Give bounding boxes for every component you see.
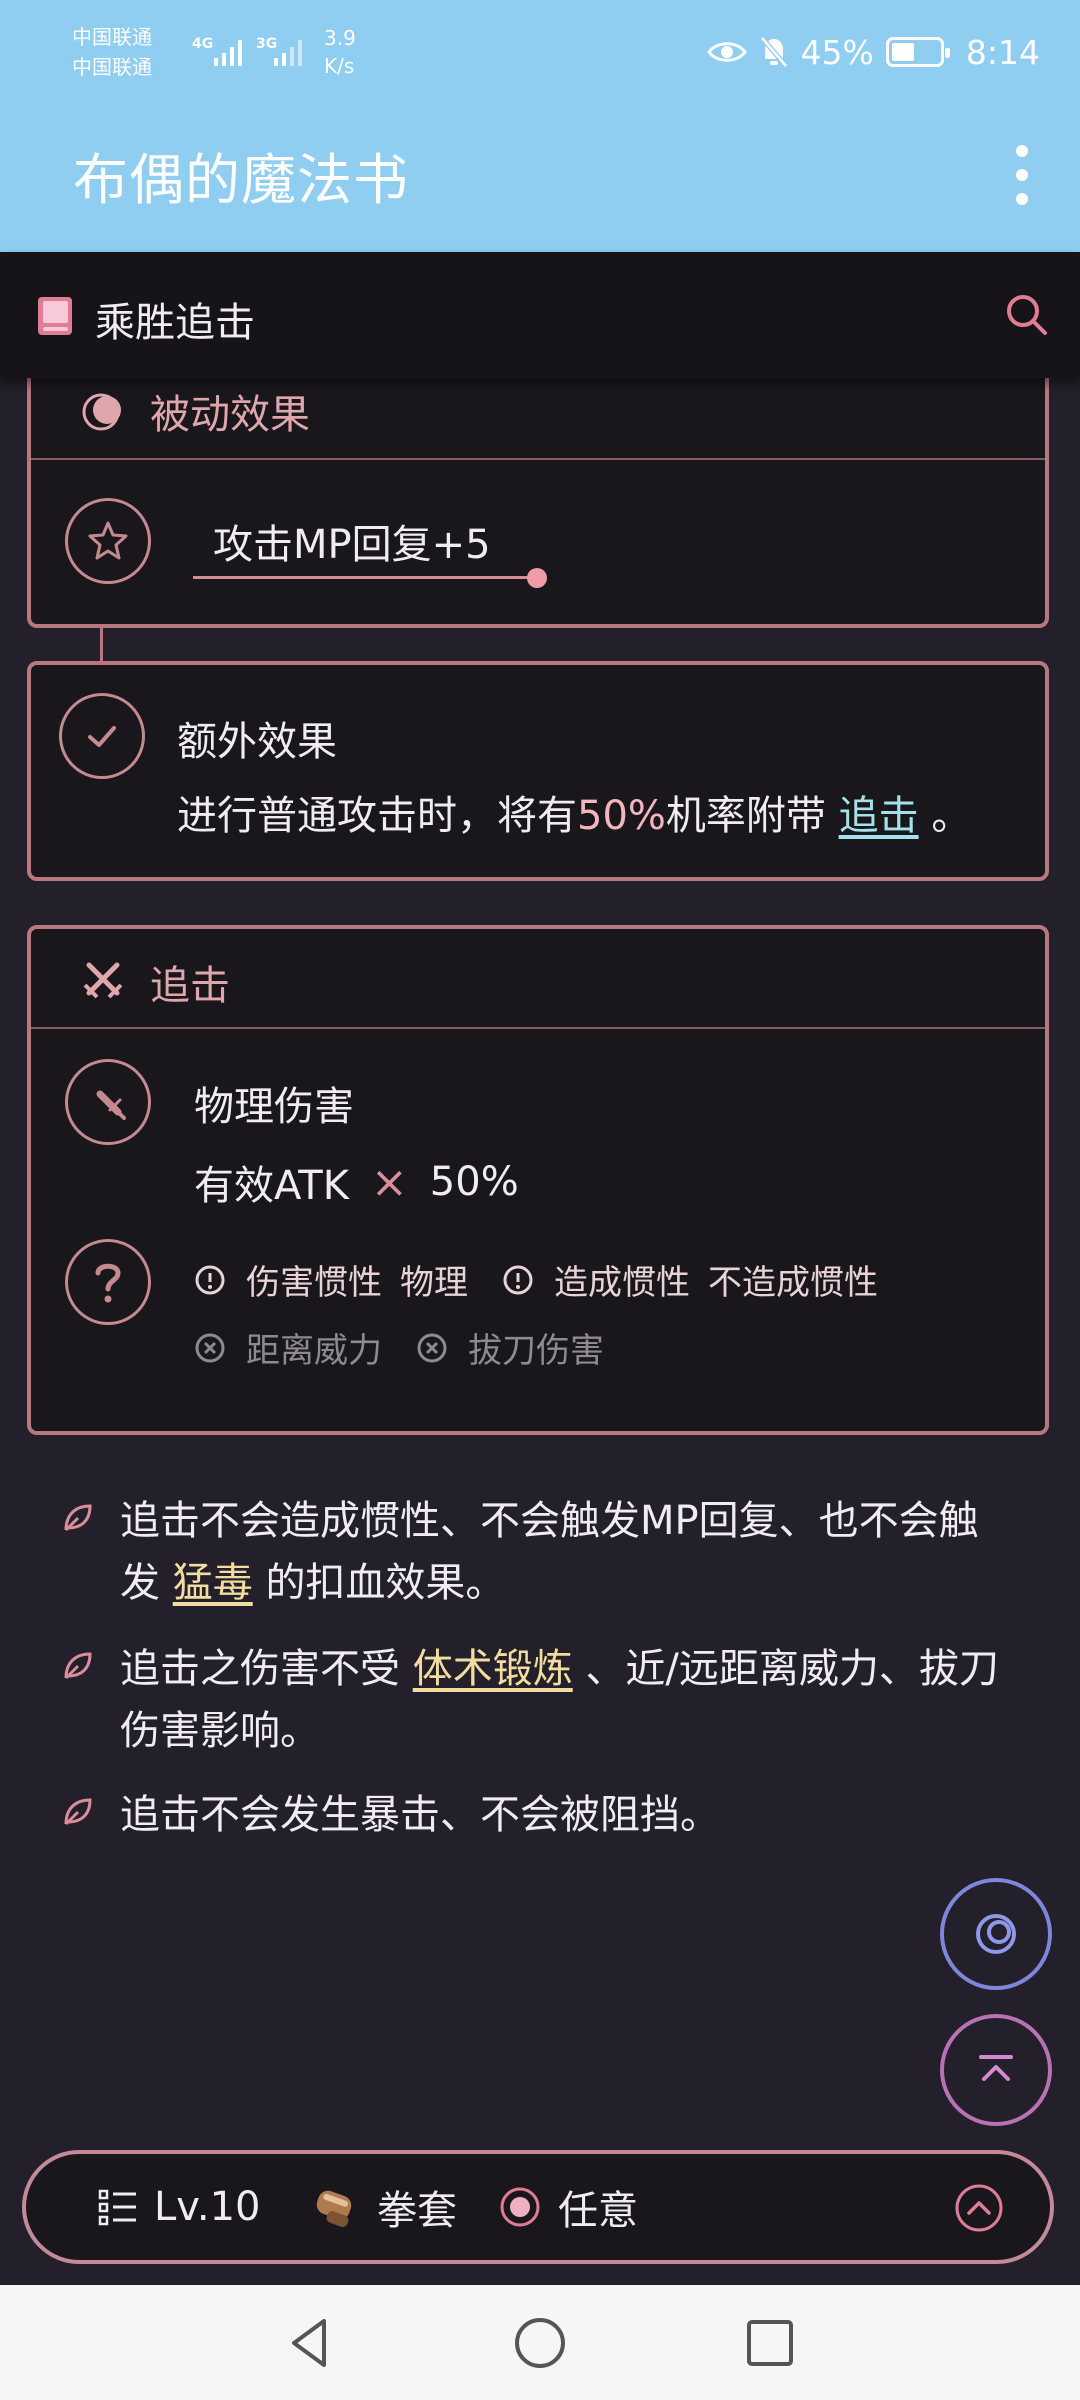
question-mark-icon: [95, 1263, 121, 1303]
weapon-value: 拳套: [377, 2188, 457, 2234]
tag-damage-inertia-label: 伤害惯性: [246, 1263, 382, 1303]
extra-effect-title: 额外效果: [177, 719, 337, 765]
check-icon: [88, 726, 116, 747]
book-icon: [38, 297, 72, 335]
damage-formula: 有效ATK × 50%: [194, 1153, 519, 1211]
info-circle-icon: [195, 1265, 225, 1294]
speed-unit: K/s: [324, 54, 355, 78]
extra-effect-card: 额外效果 进行普通攻击时，将有50%机率附带 追击 。: [27, 661, 1049, 881]
weapon-selector[interactable]: 拳套: [311, 2154, 457, 2260]
list-icon: [98, 2189, 136, 2226]
speed-value: 3.9: [324, 26, 356, 50]
chevron-up-circle-icon[interactable]: [953, 2182, 1005, 2234]
home-icon[interactable]: [510, 2313, 570, 2373]
network-speed: 3.9 K/s: [324, 24, 356, 80]
back-icon[interactable]: [280, 2313, 340, 2373]
leaf-icon: [64, 1504, 92, 1532]
note-text-end: 的扣血效果。: [265, 1560, 506, 1606]
formula-rate: 50%: [429, 1159, 519, 1205]
sparkle-star-icon: [88, 521, 128, 560]
properties-badge: [65, 1239, 151, 1325]
effect-underline: [193, 576, 533, 579]
swirl-button[interactable]: [940, 1878, 1052, 1990]
skill-header: 乘胜追击: [0, 252, 1080, 378]
note-item: 追击不会发生暴击、不会被阻挡。: [60, 1784, 1010, 1846]
extra-desc-rate: 50%: [577, 793, 666, 839]
chase-attack-card: 追击 物理伤害 有效ATK × 50% 伤害惯性 物理 造成惯性 不造成惯性 距…: [27, 925, 1049, 1435]
battery-icon: [885, 37, 950, 67]
note-item: 追击之伤害不受 体术锻炼 、近/远距离威力、拔刀伤害影响。: [60, 1638, 1010, 1762]
leaf-icon: [64, 1798, 92, 1826]
tag-cause-inertia-label: 造成惯性: [554, 1263, 690, 1303]
x-circle-icon: [417, 1333, 447, 1362]
app-title: 布偶的魔法书: [73, 148, 410, 212]
formula-base: 有效ATK: [194, 1163, 349, 1209]
passive-effect-text: 攻击MP回复+5: [213, 522, 491, 568]
chase-link[interactable]: 追击: [839, 793, 919, 839]
formula-multiply: ×: [370, 1156, 408, 1208]
note-text: 追击不会发生暴击、不会被阻挡。: [120, 1792, 720, 1838]
martial-training-link[interactable]: 体术锻炼: [413, 1646, 573, 1692]
tag-distance-power: 距离威力: [246, 1331, 382, 1371]
card-connector: [100, 628, 103, 663]
eye-icon: [706, 42, 747, 62]
signal-type-1: 4G: [192, 36, 214, 52]
x-circle-icon: [195, 1333, 225, 1362]
scroll-top-button[interactable]: [940, 2014, 1052, 2126]
carrier-2: 中国联通: [72, 55, 152, 79]
poison-link[interactable]: 猛毒: [173, 1560, 253, 1606]
extra-effect-desc: 进行普通攻击时，将有50%机率附带 追击 。: [177, 783, 971, 841]
tag-cause-inertia-value: 不造成惯性: [708, 1263, 878, 1303]
signal-icon: [214, 40, 242, 66]
carrier-1: 中国联通: [72, 25, 152, 49]
tag-damage-inertia-value: 物理: [400, 1263, 468, 1303]
note-item: 追击不会造成惯性、不会触发MP回复、也不会触发 猛毒 的扣血效果。: [60, 1490, 1010, 1614]
character-bar[interactable]: Lv.10 拳套 任意: [22, 2150, 1054, 2264]
more-vert-icon[interactable]: [994, 135, 1050, 215]
target-selector[interactable]: 任意: [498, 2154, 638, 2260]
note-text: 追击之伤害不受: [120, 1646, 400, 1692]
tag-unsheathe-damage: 拔刀伤害: [468, 1331, 604, 1371]
system-nav-bar: [0, 2285, 1080, 2400]
recents-icon[interactable]: [740, 2313, 800, 2373]
damage-badge: [65, 1059, 151, 1145]
app-bar: 布偶的魔法书: [0, 105, 1080, 252]
extra-desc-prefix: 进行普通攻击时，将有: [177, 793, 577, 839]
status-bar: 中国联通 中国联通 4G 3G 3.9 K/s 45% 8:14: [0, 0, 1080, 105]
carrier-info: 中国联通 中国联通: [72, 22, 152, 82]
crossed-swords-icon: [83, 962, 123, 999]
chase-attack-header: 追击: [31, 929, 1045, 1029]
effect-underline-dot: [527, 568, 547, 588]
moon-icon: [82, 393, 121, 431]
chevron-up-bar-icon: [979, 2055, 1013, 2081]
extra-desc-suffix: 。: [931, 793, 972, 839]
swirl-icon: [976, 1914, 1016, 1954]
info-circle-icon: [503, 1265, 533, 1294]
extra-effect-badge: [59, 693, 145, 779]
bell-muted-icon: [759, 36, 788, 68]
search-icon[interactable]: [1004, 292, 1050, 338]
damage-type: 物理伤害: [194, 1084, 354, 1130]
battery-percent: 45%: [800, 32, 874, 72]
knuckle-icon: [316, 2190, 352, 2228]
extra-desc-mid: 机率附带: [665, 793, 826, 839]
level-value: Lv.10: [154, 2184, 261, 2230]
signal-icon-2: [274, 40, 302, 66]
skill-title: 乘胜追击: [95, 300, 255, 346]
inertia-tags: 伤害惯性 物理 造成惯性 不造成惯性: [194, 1255, 878, 1304]
chase-attack-label: 追击: [150, 963, 230, 1009]
passive-effect-badge: [65, 498, 151, 584]
clock: 8:14: [965, 32, 1040, 72]
radio-target-icon: [500, 2187, 540, 2227]
disabled-tags: 距离威力 拔刀伤害: [194, 1323, 622, 1372]
target-value: 任意: [558, 2188, 638, 2234]
level-selector[interactable]: Lv.10: [98, 2154, 260, 2260]
leaf-icon: [64, 1652, 92, 1680]
passive-effect-label: 被动效果: [150, 392, 310, 438]
sword-icon: [96, 1090, 126, 1120]
status-right: 45% 8:14: [706, 30, 1040, 74]
